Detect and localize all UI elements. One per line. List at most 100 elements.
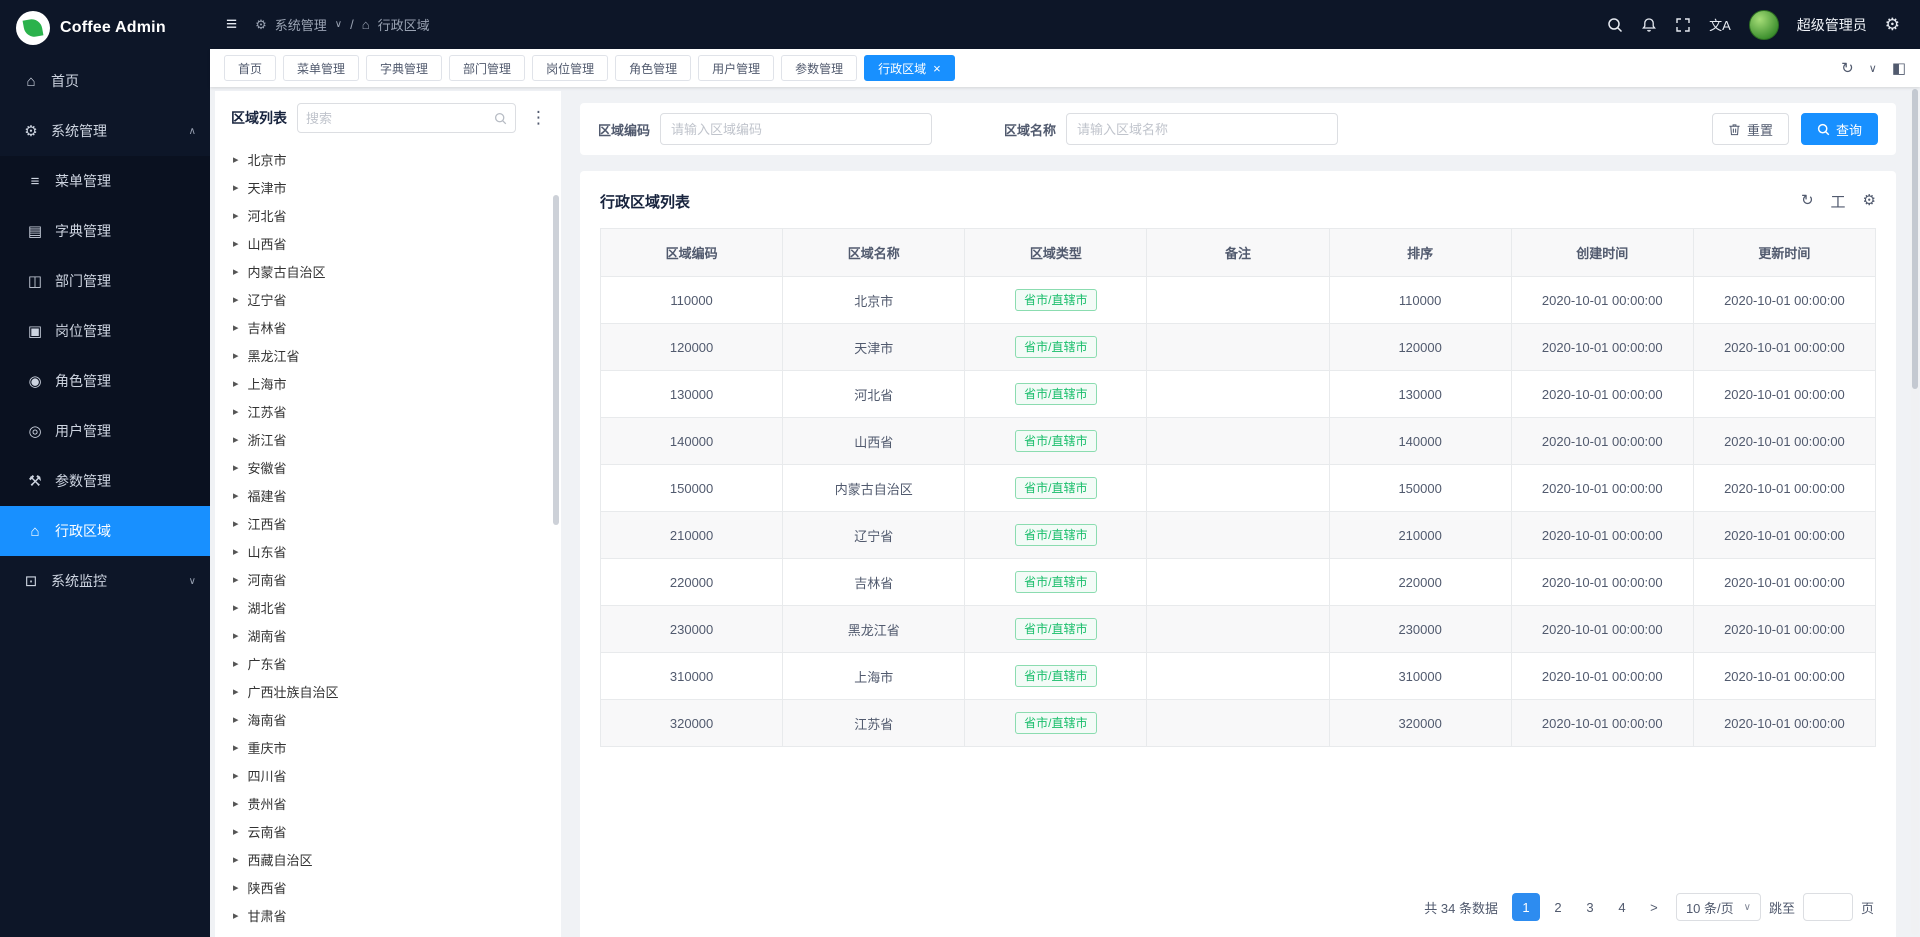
- tab-5[interactable]: 角色管理: [615, 55, 691, 81]
- bell-icon[interactable]: [1641, 17, 1657, 33]
- jump-page-input[interactable]: [1803, 893, 1853, 921]
- page-button-2[interactable]: 2: [1544, 893, 1572, 921]
- caret-right-icon[interactable]: ▸: [233, 629, 239, 642]
- tree-item[interactable]: ▸吉林省: [215, 313, 561, 341]
- sidebar-item-4[interactable]: ◫部门管理: [0, 256, 210, 306]
- table-row[interactable]: 210000辽宁省省市/直辖市2100002020-10-01 00:00:00…: [601, 512, 1876, 559]
- tree-search-input[interactable]: [306, 111, 494, 126]
- caret-right-icon[interactable]: ▸: [233, 153, 239, 166]
- tree-item[interactable]: ▸广西壮族自治区: [215, 677, 561, 705]
- translate-icon[interactable]: 文A: [1709, 15, 1731, 34]
- tree-item[interactable]: ▸山西省: [215, 229, 561, 257]
- breadcrumb-root[interactable]: 系统管理: [275, 15, 327, 34]
- sidebar-item-7[interactable]: ◎用户管理: [0, 406, 210, 456]
- tree-scrollbar[interactable]: [553, 195, 559, 525]
- tab-6[interactable]: 用户管理: [698, 55, 774, 81]
- tree-item[interactable]: ▸甘肃省: [215, 901, 561, 929]
- more-options-icon[interactable]: ⋮: [526, 108, 551, 128]
- caret-right-icon[interactable]: ▸: [233, 769, 239, 782]
- caret-right-icon[interactable]: ▸: [233, 265, 239, 278]
- caret-right-icon[interactable]: ▸: [233, 293, 239, 306]
- caret-right-icon[interactable]: ▸: [233, 321, 239, 334]
- tree-item[interactable]: ▸重庆市: [215, 733, 561, 761]
- next-page-button[interactable]: >: [1640, 893, 1668, 921]
- caret-right-icon[interactable]: ▸: [233, 601, 239, 614]
- table-row[interactable]: 220000吉林省省市/直辖市2200002020-10-01 00:00:00…: [601, 559, 1876, 606]
- caret-right-icon[interactable]: ▸: [233, 741, 239, 754]
- caret-right-icon[interactable]: ▸: [233, 909, 239, 922]
- tree-item[interactable]: ▸四川省: [215, 761, 561, 789]
- search-icon[interactable]: [1607, 17, 1623, 33]
- caret-right-icon[interactable]: ▸: [233, 713, 239, 726]
- region-name-input[interactable]: [1066, 113, 1338, 145]
- table-row[interactable]: 230000黑龙江省省市/直辖市2300002020-10-01 00:00:0…: [601, 606, 1876, 653]
- caret-right-icon[interactable]: ▸: [233, 433, 239, 446]
- tree-item[interactable]: ▸广东省: [215, 649, 561, 677]
- tab-4[interactable]: 岗位管理: [532, 55, 608, 81]
- page-button-3[interactable]: 3: [1576, 893, 1604, 921]
- fullscreen-icon[interactable]: [1675, 17, 1691, 33]
- tree-item[interactable]: ▸海南省: [215, 705, 561, 733]
- tree-item[interactable]: ▸河北省: [215, 201, 561, 229]
- caret-right-icon[interactable]: ▸: [233, 349, 239, 362]
- caret-right-icon[interactable]: ▸: [233, 209, 239, 222]
- chevron-down-icon[interactable]: ∨: [1869, 62, 1877, 75]
- tab-8[interactable]: 行政区域×: [864, 55, 955, 81]
- reset-button[interactable]: 重置: [1712, 113, 1789, 145]
- tree-item[interactable]: ▸云南省: [215, 817, 561, 845]
- sidebar-item-5[interactable]: ▣岗位管理: [0, 306, 210, 356]
- caret-right-icon[interactable]: ▸: [233, 517, 239, 530]
- tree-item[interactable]: ▸湖南省: [215, 621, 561, 649]
- tree-item[interactable]: ▸青海省: [215, 929, 561, 937]
- tree-item[interactable]: ▸江苏省: [215, 397, 561, 425]
- caret-right-icon[interactable]: ▸: [233, 825, 239, 838]
- caret-right-icon[interactable]: ▸: [233, 685, 239, 698]
- breadcrumb-current[interactable]: 行政区域: [378, 15, 430, 34]
- tree-item[interactable]: ▸天津市: [215, 173, 561, 201]
- table-row[interactable]: 130000河北省省市/直辖市1300002020-10-01 00:00:00…: [601, 371, 1876, 418]
- tab-3[interactable]: 部门管理: [449, 55, 525, 81]
- table-settings-gear-icon[interactable]: ⚙: [1863, 191, 1876, 212]
- query-button[interactable]: 查询: [1801, 113, 1878, 145]
- tab-2[interactable]: 字典管理: [366, 55, 442, 81]
- caret-right-icon[interactable]: ▸: [233, 573, 239, 586]
- sidebar-item-0[interactable]: ⌂首页: [0, 56, 210, 106]
- settings-gear-icon[interactable]: ⚙: [1885, 15, 1900, 35]
- tree-item[interactable]: ▸山东省: [215, 537, 561, 565]
- caret-right-icon[interactable]: ▸: [233, 405, 239, 418]
- sidebar-item-2[interactable]: ≡菜单管理: [0, 156, 210, 206]
- tree-item[interactable]: ▸西藏自治区: [215, 845, 561, 873]
- tree-item[interactable]: ▸河南省: [215, 565, 561, 593]
- tree-item[interactable]: ▸陕西省: [215, 873, 561, 901]
- collapse-sidebar-icon[interactable]: ≡: [226, 14, 237, 36]
- user-name[interactable]: 超级管理员: [1797, 15, 1867, 35]
- tree-item[interactable]: ▸浙江省: [215, 425, 561, 453]
- table-row[interactable]: 110000北京市省市/直辖市1100002020-10-01 00:00:00…: [601, 277, 1876, 324]
- tree-item[interactable]: ▸江西省: [215, 509, 561, 537]
- tab-1[interactable]: 菜单管理: [283, 55, 359, 81]
- caret-right-icon[interactable]: ▸: [233, 545, 239, 558]
- sidebar-item-3[interactable]: ▤字典管理: [0, 206, 210, 256]
- window-scrollbar[interactable]: [1911, 89, 1919, 935]
- caret-right-icon[interactable]: ▸: [233, 853, 239, 866]
- tree-item[interactable]: ▸辽宁省: [215, 285, 561, 313]
- column-width-icon[interactable]: 工: [1831, 191, 1846, 212]
- caret-right-icon[interactable]: ▸: [233, 237, 239, 250]
- refresh-icon[interactable]: ↻: [1801, 191, 1814, 212]
- tree-item[interactable]: ▸贵州省: [215, 789, 561, 817]
- caret-right-icon[interactable]: ▸: [233, 377, 239, 390]
- tab-0[interactable]: 首页: [224, 55, 276, 81]
- refresh-icon[interactable]: ↻: [1841, 59, 1854, 77]
- table-row[interactable]: 150000内蒙古自治区省市/直辖市1500002020-10-01 00:00…: [601, 465, 1876, 512]
- table-row[interactable]: 310000上海市省市/直辖市3100002020-10-01 00:00:00…: [601, 653, 1876, 700]
- caret-right-icon[interactable]: ▸: [233, 461, 239, 474]
- tree-item[interactable]: ▸黑龙江省: [215, 341, 561, 369]
- caret-right-icon[interactable]: ▸: [233, 881, 239, 894]
- page-button-1[interactable]: 1: [1512, 893, 1540, 921]
- sidebar-item-8[interactable]: ⚒参数管理: [0, 456, 210, 506]
- tab-7[interactable]: 参数管理: [781, 55, 857, 81]
- layout-icon[interactable]: ◧: [1892, 59, 1906, 77]
- window-scrollbar-thumb[interactable]: [1912, 89, 1918, 389]
- sidebar-item-1[interactable]: ⚙系统管理∧: [0, 106, 210, 156]
- tree-item[interactable]: ▸福建省: [215, 481, 561, 509]
